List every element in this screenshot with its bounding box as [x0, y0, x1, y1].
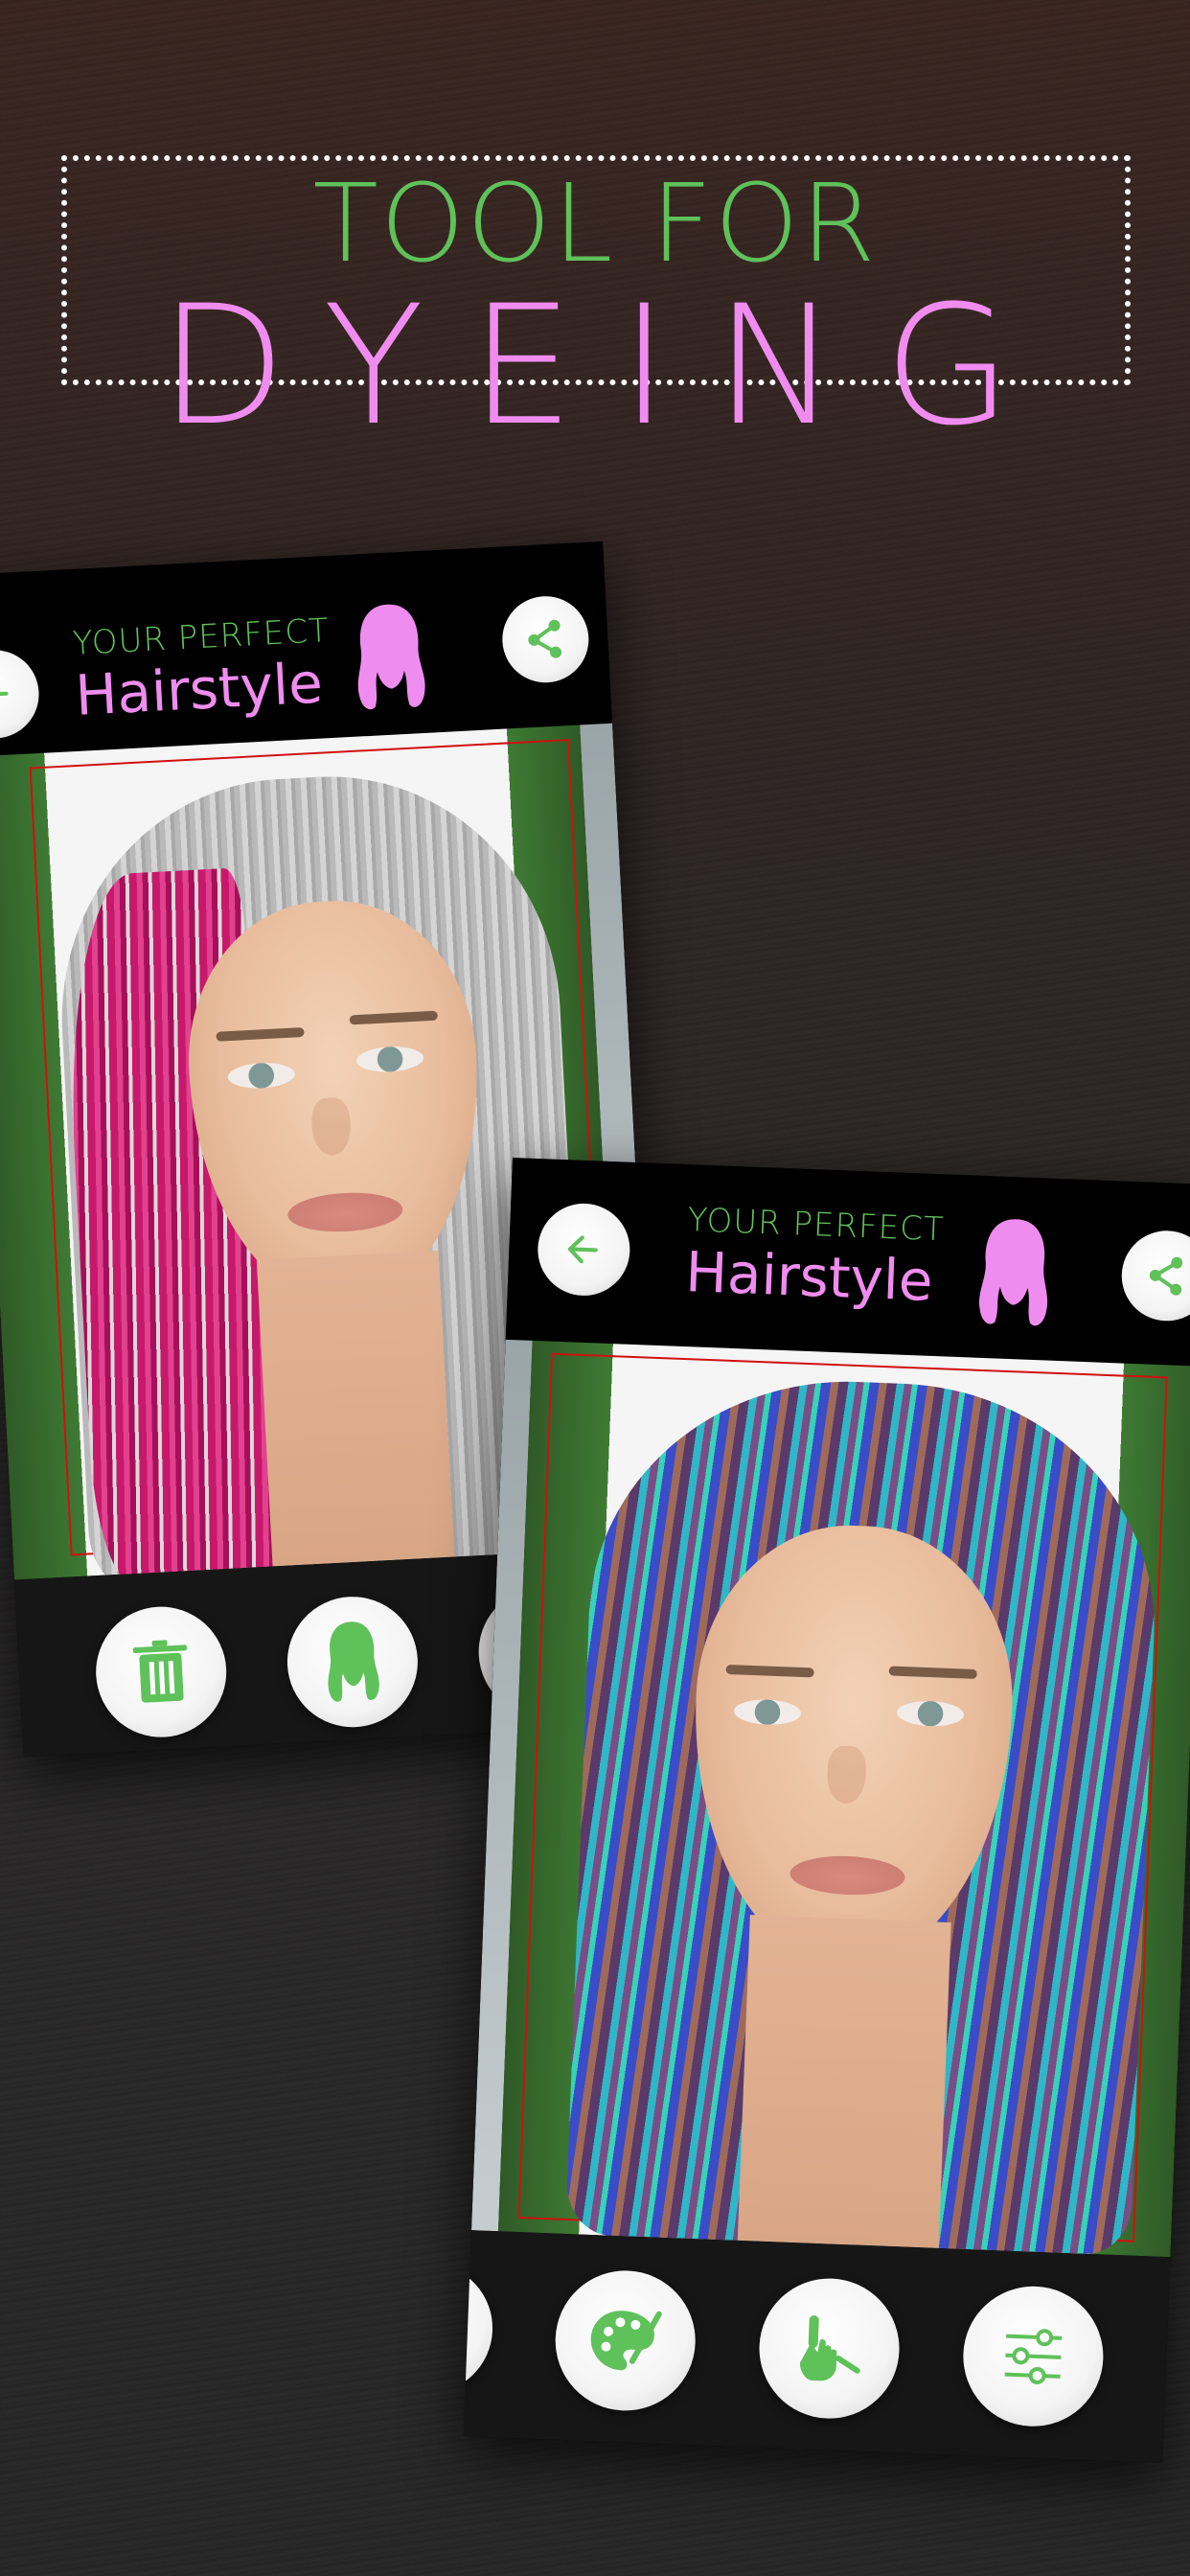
share-button[interactable] [1120, 1229, 1190, 1323]
edited-photo [497, 1340, 1190, 2258]
adjust-settings-button[interactable] [960, 2284, 1107, 2429]
back-button[interactable] [0, 648, 41, 741]
touch-gesture-icon [799, 2314, 860, 2381]
share-icon [528, 619, 562, 658]
share-button[interactable] [500, 593, 591, 685]
app-header: YOUR PERFECT Hairstyle [505, 1158, 1190, 1367]
palette-icon [590, 2311, 662, 2371]
back-button[interactable] [536, 1202, 632, 1298]
hair-silhouette-logo-icon [357, 604, 425, 710]
hair-silhouette-logo-icon [979, 1219, 1048, 1326]
headline-line2: DYEING [159, 269, 1058, 462]
delete-button[interactable] [92, 1603, 230, 1741]
hairstyle-button[interactable] [284, 1593, 422, 1731]
sliders-icon [1004, 2329, 1063, 2384]
partial-button[interactable] [463, 2260, 495, 2397]
app-header: YOUR PERFECT Hairstyle [0, 540, 613, 757]
trash-icon [132, 1640, 187, 1703]
app-screenshot-2: YOUR PERFECT Hairstyle [463, 1158, 1190, 2464]
brand-title: Hairstyle [684, 1239, 934, 1314]
brand-title: Hairstyle [73, 650, 325, 728]
hairstyle-icon [328, 1622, 379, 1702]
back-arrow-icon [0, 680, 9, 708]
color-palette-button[interactable] [552, 2267, 698, 2414]
back-arrow-icon [567, 1235, 598, 1264]
bottom-toolbar [463, 2230, 1171, 2464]
touch-edit-button[interactable] [756, 2275, 903, 2422]
headline-line1: TOOL FOR [312, 162, 878, 287]
share-icon [1149, 1256, 1183, 1296]
